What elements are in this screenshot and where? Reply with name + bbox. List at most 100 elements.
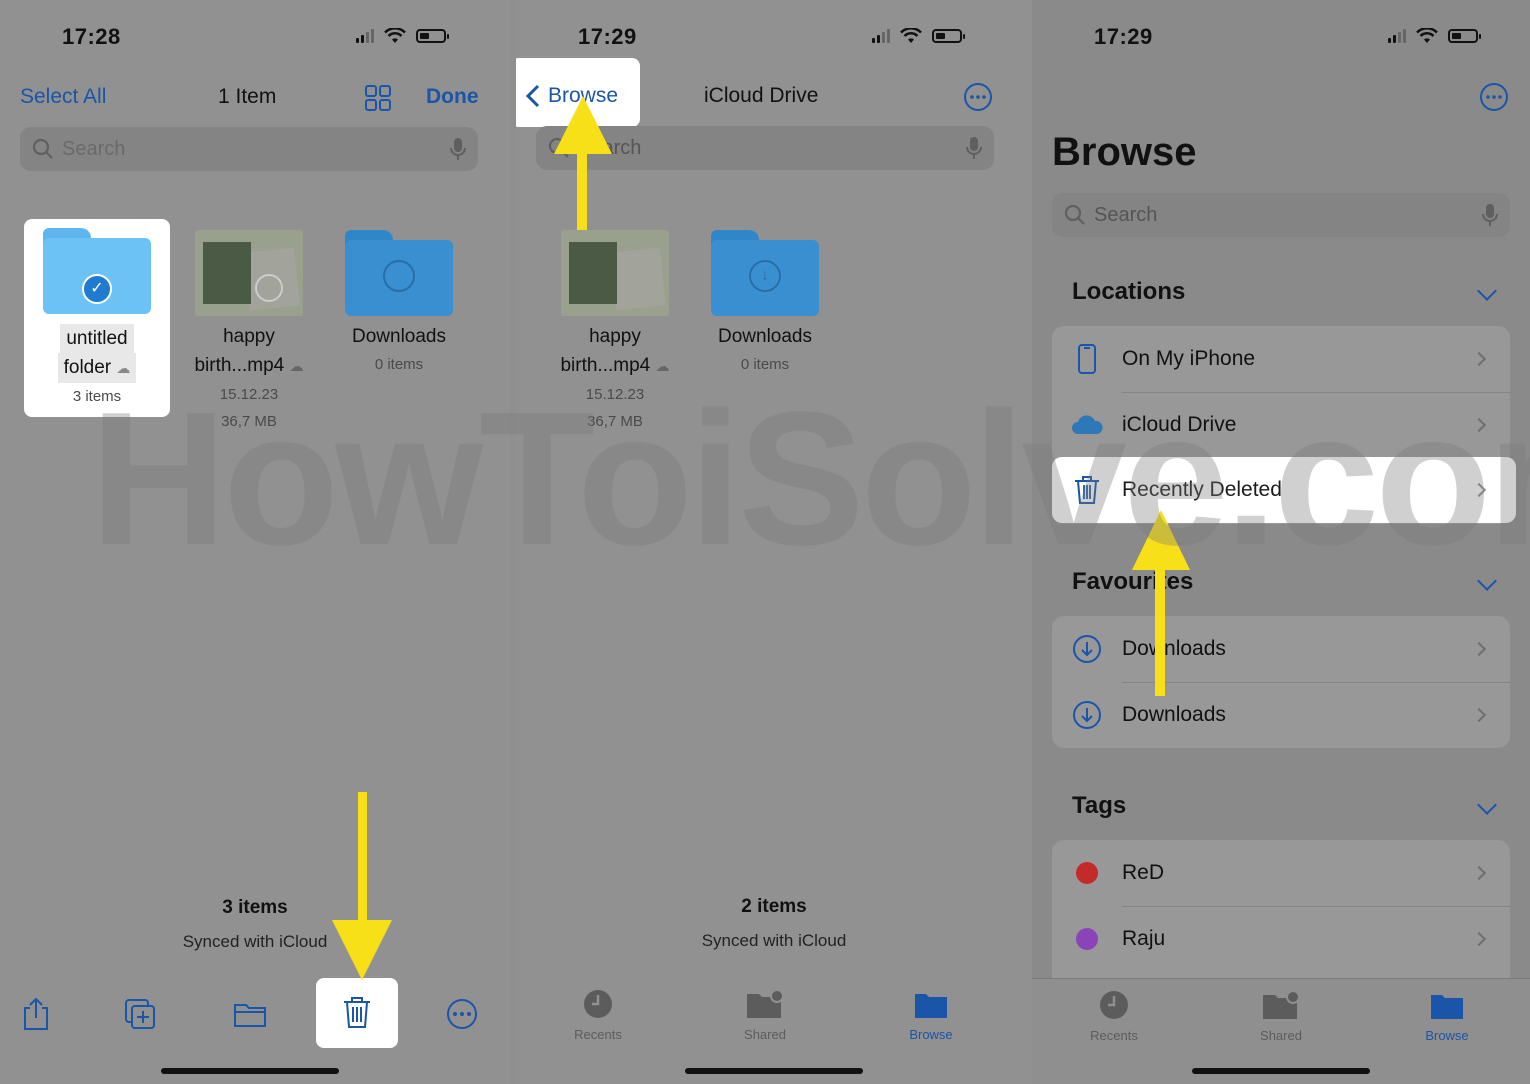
move-folder-icon[interactable] [232, 996, 268, 1032]
status-icons [872, 28, 965, 44]
chevron-right-icon [1471, 641, 1487, 657]
edit-toolbar [0, 978, 510, 1084]
page-title: 1 Item [218, 85, 277, 108]
watermark-text: HowToiSolve.com [90, 373, 1530, 585]
more-options-icon[interactable] [444, 996, 480, 1032]
section-locations[interactable]: Locations [1072, 278, 1185, 306]
selected-checkmark-icon: ✓ [82, 274, 112, 304]
wifi-icon [1416, 28, 1438, 43]
chevron-left-icon [526, 84, 540, 108]
status-icons [1388, 28, 1481, 44]
wifi-icon [384, 28, 406, 43]
tags-list: ReD Raju [1052, 840, 1510, 978]
home-indicator [161, 1068, 339, 1074]
tag-red[interactable]: ReD [1052, 840, 1510, 906]
search-placeholder: Search [62, 137, 126, 160]
tab-label: Recents [574, 1027, 622, 1042]
section-tags[interactable]: Tags [1072, 792, 1126, 820]
row-label: Downloads [1122, 703, 1226, 726]
tab-label: Recents [1090, 1028, 1138, 1043]
status-icons [356, 28, 449, 44]
tab-bar: Recents Shared Browse [516, 978, 1032, 1084]
search-icon [32, 138, 53, 159]
downloads-folder-icon [345, 230, 453, 316]
more-options-icon[interactable] [963, 82, 993, 112]
video-thumbnail [195, 230, 303, 316]
home-indicator [1192, 1068, 1370, 1074]
folder-item-downloads[interactable]: ↓ Downloads 0 items [690, 230, 840, 378]
chevron-right-icon [1471, 931, 1487, 947]
status-time: 17:28 [62, 24, 121, 49]
search-input[interactable]: Search [20, 127, 478, 171]
page-title: Browse [1052, 130, 1197, 174]
share-icon[interactable] [18, 996, 54, 1032]
folder-icon: ✓ [43, 228, 151, 314]
grid-view-icon[interactable] [364, 84, 392, 112]
sync-status: Synced with iCloud [182, 932, 328, 951]
chevron-right-icon [1471, 707, 1487, 723]
tag-color-dot [1076, 862, 1098, 884]
selection-circle-icon [255, 274, 283, 302]
folder-item-downloads[interactable]: Downloads 0 items [324, 230, 474, 378]
search-placeholder: Search [1094, 203, 1158, 226]
tab-shared[interactable]: Shared [1231, 989, 1331, 1043]
tab-label: Shared [1260, 1028, 1302, 1043]
download-arrow-icon: ↓ [749, 260, 781, 292]
done-button[interactable]: Done [426, 85, 479, 109]
page-title: iCloud Drive [704, 84, 819, 107]
item-name-line1: untitled [60, 324, 134, 353]
selection-circle-icon [383, 260, 415, 292]
tab-label: Browse [909, 1027, 953, 1042]
wifi-icon [900, 28, 922, 43]
row-label: Raju [1122, 927, 1166, 950]
item-count: 3 items [222, 897, 288, 918]
item-name-line1: happy [589, 326, 641, 347]
item-name-line1: happy [223, 326, 275, 347]
download-icon [1073, 635, 1101, 663]
download-icon [1073, 701, 1101, 729]
home-indicator [685, 1068, 863, 1074]
cellular-signal-icon [1388, 29, 1406, 43]
chevron-right-icon [1471, 865, 1487, 881]
search-input[interactable]: Search [1052, 193, 1510, 237]
chevron-down-icon[interactable] [1477, 795, 1497, 815]
favourite-downloads[interactable]: Downloads [1052, 616, 1510, 682]
favourites-list: Downloads Downloads [1052, 616, 1510, 748]
tab-browse[interactable]: Browse [1397, 989, 1497, 1043]
downloads-folder-icon: ↓ [711, 230, 819, 316]
duplicate-icon[interactable] [122, 996, 158, 1032]
item-count: 2 items [741, 896, 807, 917]
status-time: 17:29 [578, 24, 637, 49]
microphone-icon[interactable] [966, 136, 982, 160]
microphone-icon[interactable] [1482, 203, 1498, 227]
arrow-to-trash [332, 792, 392, 980]
tab-shared[interactable]: Shared [715, 988, 815, 1042]
video-thumbnail [561, 230, 669, 316]
search-placeholder: Search [578, 136, 642, 159]
microphone-icon[interactable] [450, 137, 466, 161]
item-name: Downloads [718, 326, 812, 347]
tab-browse[interactable]: Browse [881, 988, 981, 1042]
clock-icon [1100, 991, 1128, 1019]
battery-icon [1448, 29, 1481, 43]
folder-icon [1431, 995, 1463, 1019]
tag-raju[interactable]: Raju [1052, 906, 1510, 972]
battery-icon [416, 29, 449, 43]
trash-icon[interactable] [339, 994, 375, 1030]
shared-folder-icon [1263, 990, 1300, 1019]
tab-label: Shared [744, 1027, 786, 1042]
row-label: ReD [1122, 861, 1165, 884]
chevron-right-icon [1471, 351, 1487, 367]
more-options-icon[interactable] [1479, 82, 1509, 112]
select-all-button[interactable]: Select All [20, 85, 106, 109]
tab-recents[interactable]: Recents [1064, 989, 1164, 1043]
clock-icon [584, 990, 612, 1018]
tab-label: Browse [1425, 1028, 1469, 1043]
tag-color-dot [1076, 928, 1098, 950]
tab-recents[interactable]: Recents [548, 988, 648, 1042]
item-name: Downloads [352, 326, 446, 347]
folder-icon [915, 994, 947, 1018]
favourite-downloads-2[interactable]: Downloads [1052, 682, 1510, 748]
shared-folder-icon [747, 989, 784, 1018]
chevron-down-icon[interactable] [1477, 281, 1497, 301]
